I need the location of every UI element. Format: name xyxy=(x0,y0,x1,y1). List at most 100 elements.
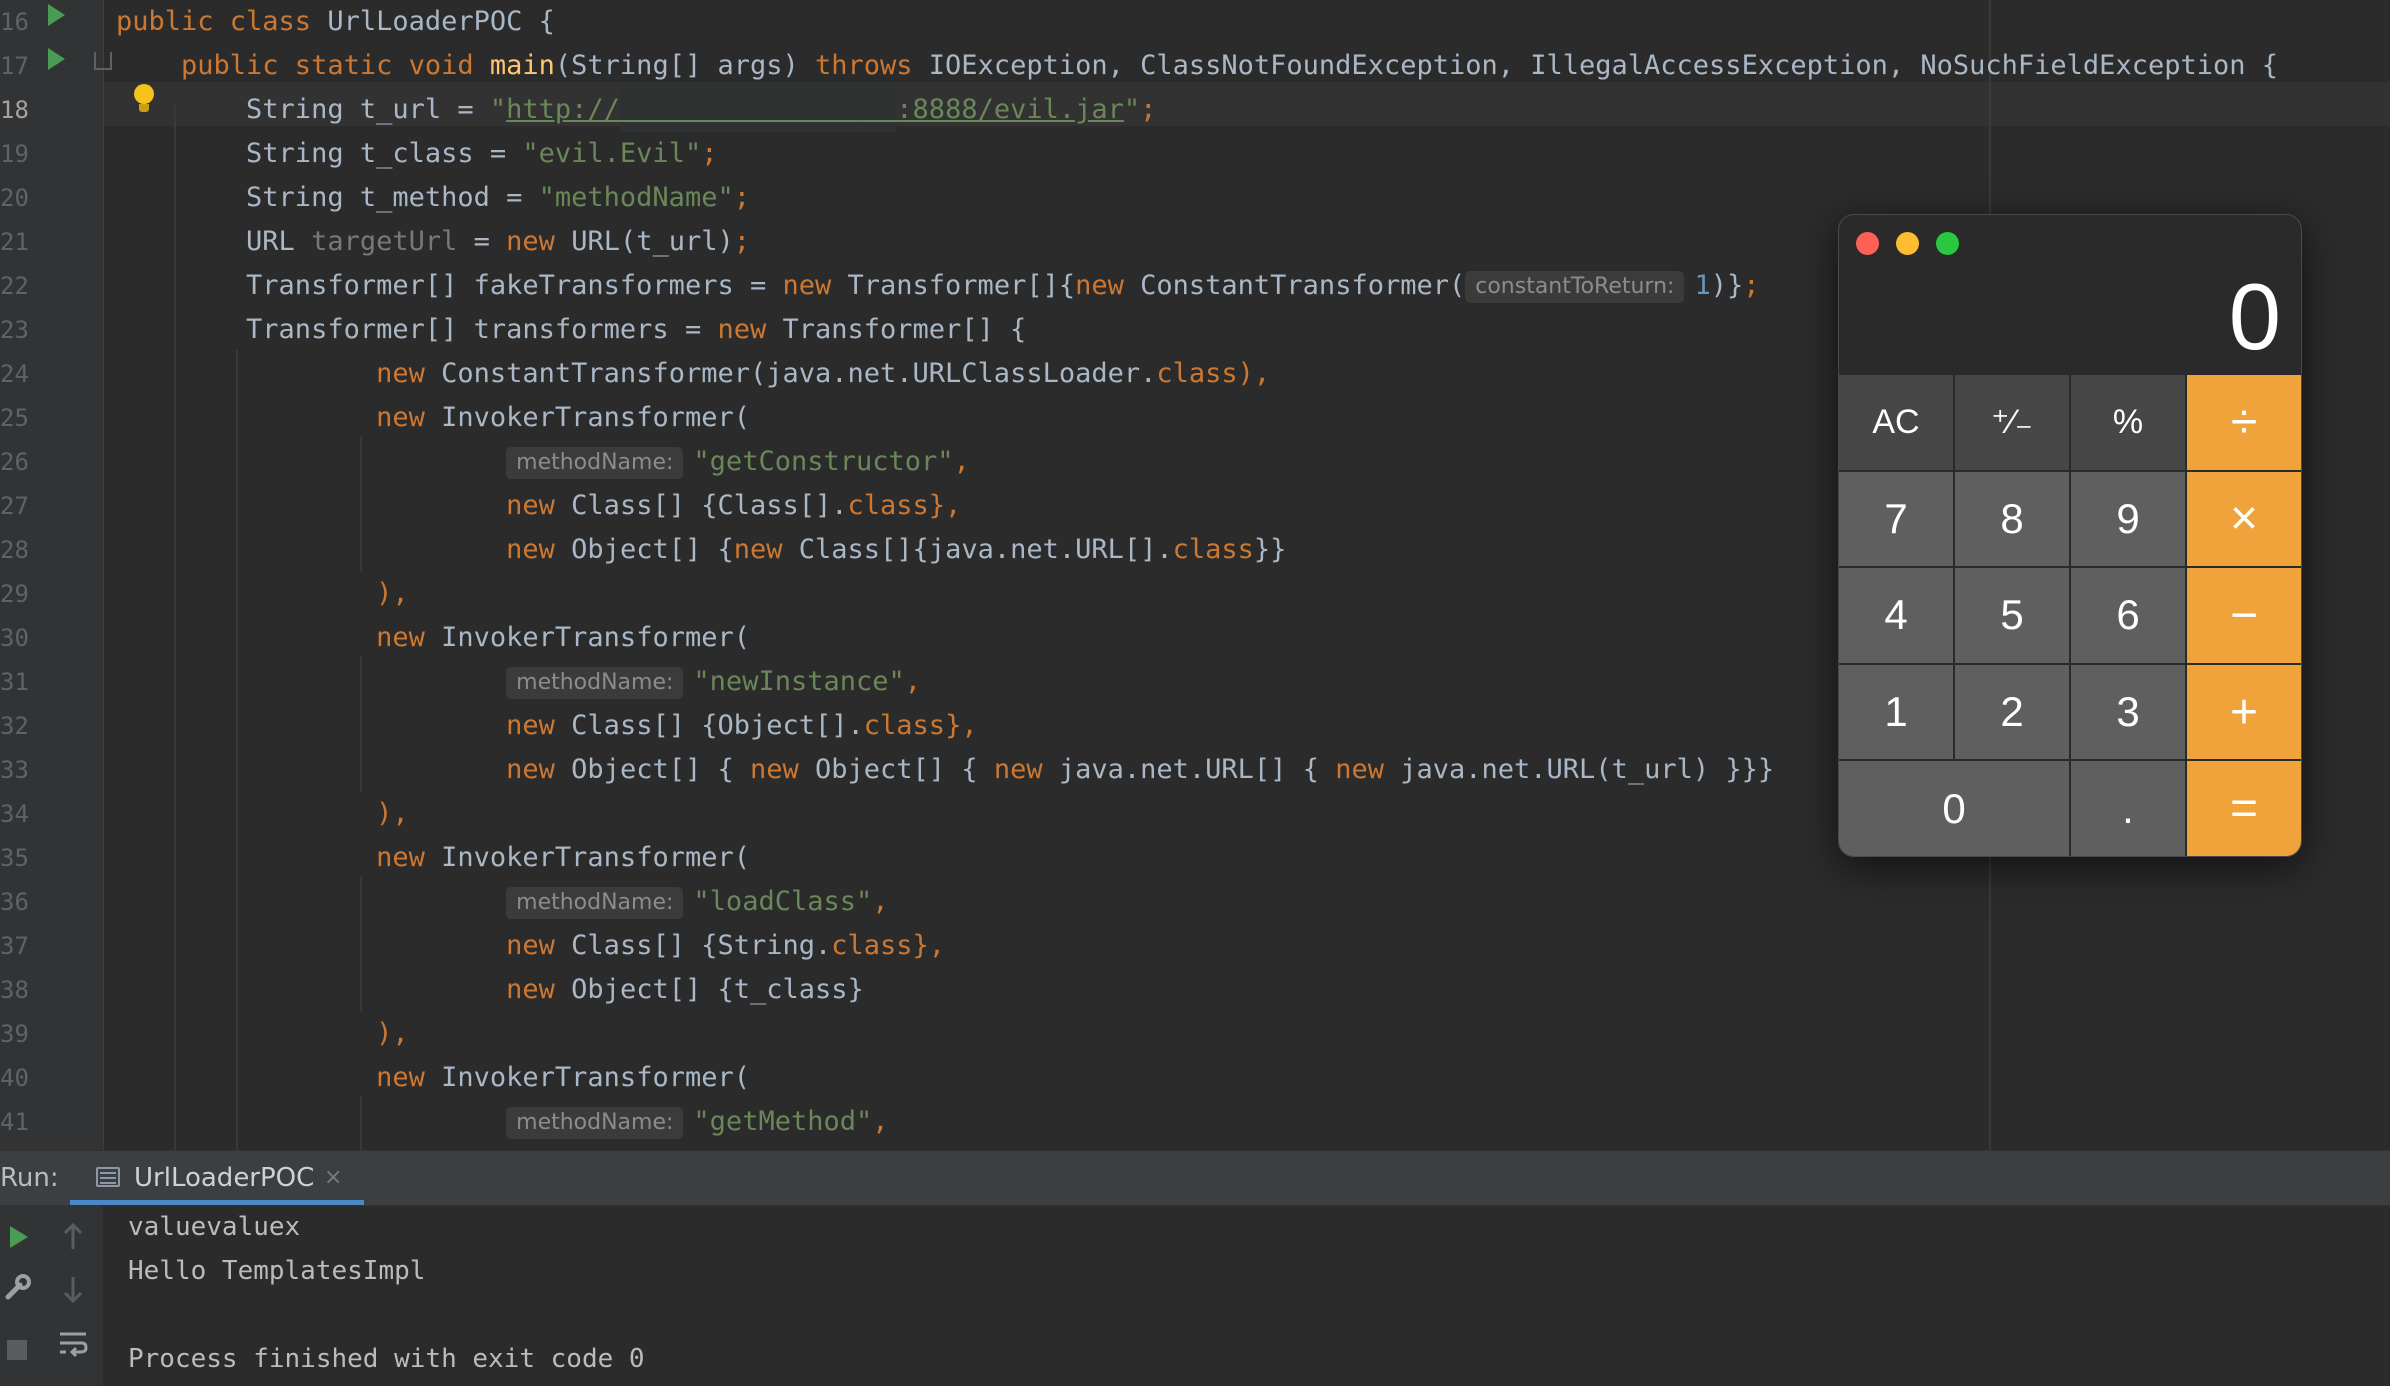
line-number: 19 xyxy=(0,140,29,168)
key-2[interactable]: 2 xyxy=(1955,664,2069,760)
code-line: new Class[] {String.class}, xyxy=(116,924,945,968)
code-token: URL(t_url) xyxy=(571,226,734,257)
key-0[interactable]: 0 xyxy=(1839,761,2069,856)
key-subtract[interactable]: − xyxy=(2187,568,2301,663)
code-token: InvokerTransformer( xyxy=(441,622,750,653)
key-divide[interactable]: ÷ xyxy=(2187,375,2301,470)
code-line: new Object[] { new Object[] { new java.n… xyxy=(116,748,1774,792)
code-line: methodName: "newInstance", xyxy=(116,660,921,704)
code-token: }, xyxy=(945,710,978,741)
run-class-icon[interactable] xyxy=(48,4,65,26)
key-all-clear[interactable]: AC xyxy=(1839,375,1953,470)
minimize-window-button[interactable] xyxy=(1896,232,1919,255)
line-number: 33 xyxy=(0,756,29,784)
maximize-window-button[interactable] xyxy=(1936,232,1959,255)
code-token: Class[] {Object[]. xyxy=(571,710,864,741)
soft-wrap-icon[interactable] xyxy=(58,1329,88,1359)
key-equals[interactable]: = xyxy=(2187,761,2301,856)
code-token: InvokerTransformer( xyxy=(441,1062,750,1093)
down-arrow-icon[interactable] xyxy=(62,1275,84,1303)
code-line: String t_class = "evil.Evil"; xyxy=(116,132,717,176)
code-token: String t_method = xyxy=(116,182,539,213)
key-6[interactable]: 6 xyxy=(2071,568,2185,663)
code-token: Transformer[] { xyxy=(782,314,1027,345)
code-line: new ConstantTransformer(java.net.URLClas… xyxy=(116,352,1270,396)
console-line: Process finished with exit code 0 xyxy=(128,1344,645,1374)
code-token: new xyxy=(376,842,442,873)
close-tab-icon[interactable]: × xyxy=(324,1151,342,1205)
line-number: 22 xyxy=(0,272,29,300)
code-token: " xyxy=(1123,94,1141,125)
line-number: 40 xyxy=(0,1064,29,1092)
run-label: Run: xyxy=(0,1163,59,1193)
run-tab-urlloaderpoc[interactable]: UrlLoaderPOC × xyxy=(70,1151,364,1205)
key-plus-minus[interactable]: ⁺∕₋ xyxy=(1955,375,2069,470)
calculator-display: 0 xyxy=(2228,264,2281,369)
key-multiply[interactable]: × xyxy=(2187,471,2301,567)
code-token: Transformer[] transformers = xyxy=(116,314,718,345)
line-number: 18 xyxy=(0,96,29,124)
code-token: = xyxy=(457,226,507,257)
code-token: new xyxy=(733,534,799,565)
code-line: new InvokerTransformer( xyxy=(116,1056,750,1100)
run-header: Run: UrlLoaderPOC × xyxy=(0,1150,2390,1206)
calculator-keypad: AC ⁺∕₋% ÷ 7 8 9 × 4 5 6− 1 2 3 +0. = xyxy=(1839,375,2301,856)
code-token: UrlLoaderPOC { xyxy=(327,6,555,37)
parameter-hint: constantToReturn: xyxy=(1465,271,1685,303)
key-5[interactable]: 5 xyxy=(1955,568,2069,663)
code-token: class xyxy=(831,930,913,961)
code-token: }, xyxy=(912,930,946,961)
code-line: new InvokerTransformer( xyxy=(116,616,750,660)
code-token: ConstantTransformer( xyxy=(1140,270,1466,301)
code-token: new xyxy=(782,270,848,301)
console-output[interactable]: valuevaluex Hello TemplatesImpl Process fi… xyxy=(128,1205,2328,1381)
code-line: Transformer[] fakeTransformers = new Tra… xyxy=(116,264,1760,308)
line-number: 41 xyxy=(0,1108,29,1136)
close-window-button[interactable] xyxy=(1856,232,1879,255)
stop-icon[interactable] xyxy=(6,1339,28,1361)
code-token: Transformer[] fakeTransformers = xyxy=(116,270,783,301)
parameter-hint: methodName: xyxy=(506,1107,684,1139)
key-7[interactable]: 7 xyxy=(1839,471,1953,567)
code-token: , xyxy=(953,446,970,477)
line-number: 24 xyxy=(0,360,29,388)
code-line: ), xyxy=(116,1012,409,1056)
code-line: new Object[] {t_class} xyxy=(116,968,864,1012)
line-number: 36 xyxy=(0,888,29,916)
key-9[interactable]: 9 xyxy=(2071,471,2185,567)
settings-wrench-icon[interactable] xyxy=(4,1273,32,1301)
key-add[interactable]: + xyxy=(2187,664,2301,760)
code-token: }} xyxy=(1253,534,1287,565)
code-token: "getMethod" xyxy=(693,1106,873,1137)
key-1[interactable]: 1 xyxy=(1839,664,1953,760)
line-number: 37 xyxy=(0,932,29,960)
code-token: ), xyxy=(116,798,409,829)
code-token: java.net.URL[] { xyxy=(1058,754,1336,785)
run-main-icon[interactable] xyxy=(48,48,65,70)
line-number: 32 xyxy=(0,712,29,740)
code-token: throws xyxy=(815,50,929,81)
key-decimal[interactable]: . xyxy=(2071,761,2185,856)
code-token: new xyxy=(717,314,783,345)
code-token: new xyxy=(1335,754,1401,785)
key-3[interactable]: 3 xyxy=(2071,664,2185,760)
line-number: 28 xyxy=(0,536,29,564)
run-icon[interactable] xyxy=(8,1225,30,1249)
key-4[interactable]: 4 xyxy=(1839,568,1953,663)
code-token: new xyxy=(506,710,572,741)
key-8[interactable]: 8 xyxy=(1955,471,2069,567)
up-arrow-icon[interactable] xyxy=(62,1223,84,1251)
line-number: 30 xyxy=(0,624,29,652)
code-token: new xyxy=(376,622,442,653)
calculator-window[interactable]: 0 AC ⁺∕₋% ÷ 7 8 9 × 4 5 6− 1 2 3 +0. = xyxy=(1838,214,2302,857)
console-line: Hello TemplatesImpl xyxy=(128,1256,426,1286)
code-line: Transformer[] transformers = new Transfo… xyxy=(116,308,1026,352)
key-percent[interactable]: % xyxy=(2071,375,2185,470)
